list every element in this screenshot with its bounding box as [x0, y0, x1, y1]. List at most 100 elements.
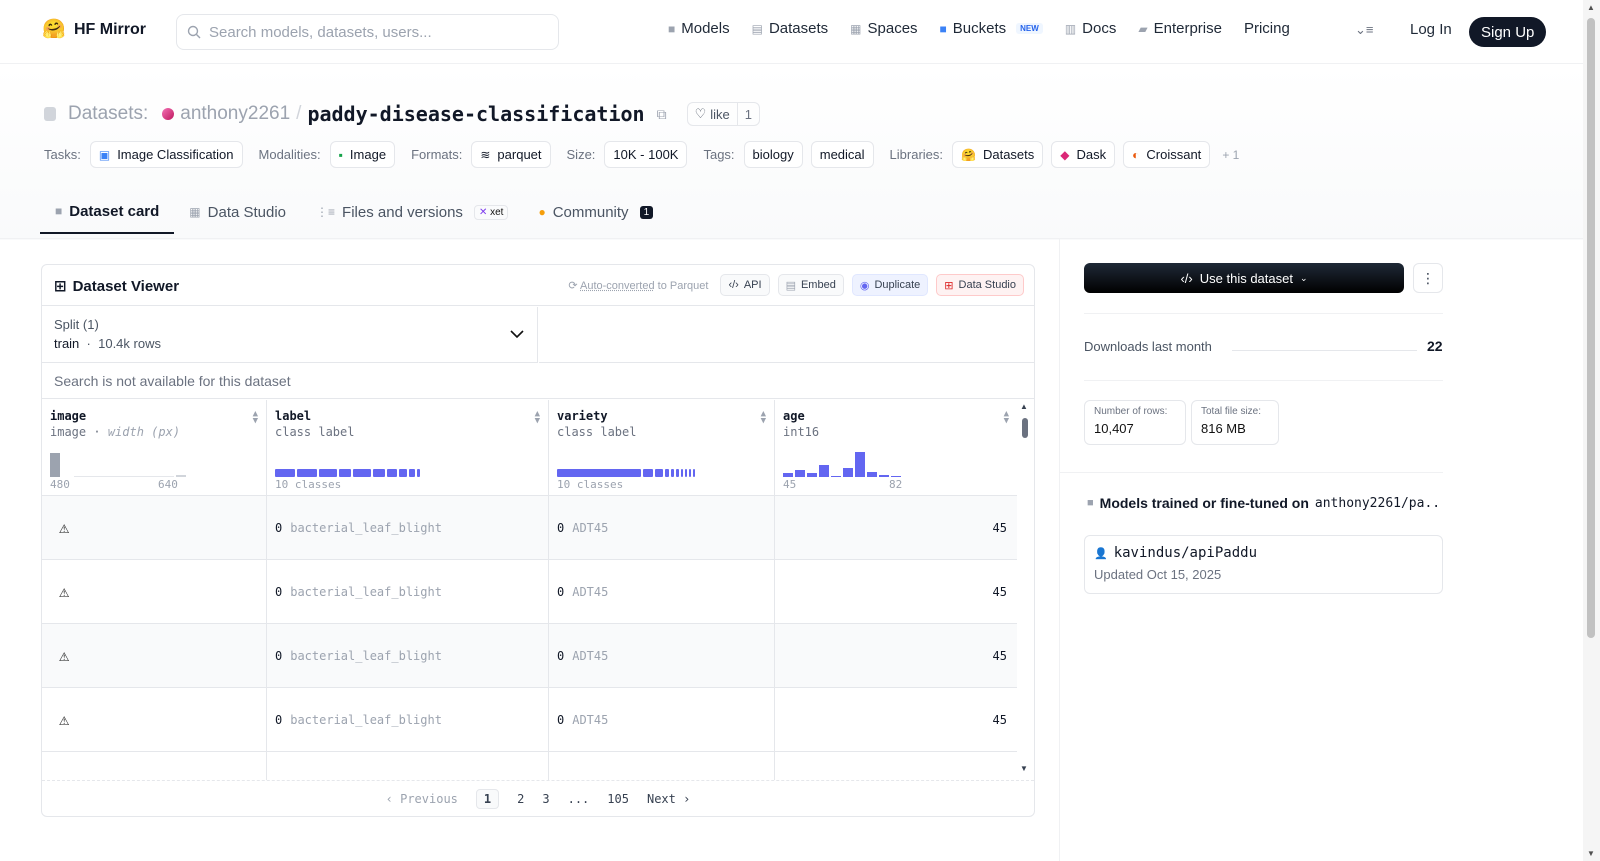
page-last[interactable]: 105 — [607, 792, 629, 806]
histogram-bar — [891, 476, 901, 477]
chevron-down-icon: ⌄ — [1299, 272, 1308, 283]
table-body: ⚠ 0 bacterial_leaf_blight 0 ADT45 45 ⚠ 0 ba… — [42, 496, 1017, 780]
scroll-thumb[interactable] — [1022, 418, 1028, 438]
data-table: image image · width (px) ▲ ▼ 480 640 labe… — [42, 400, 1017, 780]
rows-stat: Number of rows: 10,407 — [1084, 400, 1186, 445]
class-bar — [676, 469, 679, 477]
col-image[interactable]: image image · width (px) ▲ ▼ 480 640 — [42, 400, 267, 495]
scroll-up-icon[interactable]: ▲ — [1587, 3, 1595, 12]
scroll-down-icon[interactable]: ▼ — [1587, 849, 1595, 858]
use-dataset-button[interactable]: ‹/› Use this dataset ⌄ — [1084, 263, 1404, 293]
embed-button[interactable]: ▤ Embed — [777, 274, 844, 296]
histogram-bar — [783, 473, 793, 477]
nav-pricing[interactable]: Pricing — [1244, 20, 1290, 37]
sort-icon[interactable]: ▲ ▼ — [1004, 410, 1009, 426]
col-min: 480 — [50, 478, 70, 491]
cell-image[interactable]: ⚠ — [42, 688, 267, 751]
data-studio-button[interactable]: ⊞ Data Studio — [936, 274, 1024, 296]
cell-image[interactable]: ⚠ — [42, 496, 267, 559]
sort-icon[interactable]: ▲ ▼ — [253, 410, 258, 426]
model-card[interactable]: 👤 kavindus/apiPaddu Updated Oct 15, 2025 — [1084, 535, 1443, 594]
chip-tag-biology[interactable]: biology — [743, 141, 803, 168]
cell-age[interactable]: 45 — [775, 560, 1017, 623]
cell-label[interactable]: 0 bacterial_leaf_blight — [267, 688, 549, 751]
cell-variety[interactable]: 0 ADT45 — [549, 560, 775, 623]
cell-variety[interactable]: 0 ADT45 — [549, 496, 775, 559]
size-stat: Total file size: 816 MB — [1191, 400, 1279, 445]
scroll-down-icon[interactable]: ▼ — [1020, 764, 1028, 773]
signup-button[interactable]: Sign Up — [1469, 17, 1547, 47]
tab-community[interactable]: ● Community 1 — [523, 190, 668, 234]
next-page-button[interactable]: Next › — [647, 792, 690, 806]
tab-data-studio[interactable]: ▦ Data Studio — [174, 190, 301, 234]
tab-files[interactable]: ⋮≡ Files and versions ✕ xet — [301, 190, 523, 234]
nav-models[interactable]: ■ Models — [668, 20, 730, 37]
col-variety[interactable]: variety class label ▲ ▼ 10 classes — [549, 400, 775, 495]
nav-docs[interactable]: ▥ Docs — [1065, 20, 1117, 37]
table-row[interactable]: ⚠ 0 bacterial_leaf_blight 0 ADT45 45 — [42, 496, 1017, 560]
nav-spaces[interactable]: ▦ Spaces — [850, 20, 917, 37]
owner-link[interactable]: anthony2261 — [180, 103, 290, 125]
split-selector[interactable]: Split (1) train · 10.4k rows — [42, 307, 538, 363]
table-row[interactable]: ⚠ 0 bacterial_leaf_blight 0 ADT45 45 — [42, 624, 1017, 688]
cell-image[interactable]: ⚠ — [42, 560, 267, 623]
more-libraries[interactable]: + 1 — [1222, 148, 1239, 162]
community-icon: ● — [538, 205, 546, 219]
table-row[interactable]: ⚠ 0 bacterial_leaf_blight 0 ADT45 45 — [42, 688, 1017, 752]
cell-label[interactable]: 0 bacterial_leaf_blight — [267, 496, 549, 559]
copy-icon[interactable]: ⧉ — [657, 106, 667, 123]
scroll-up-icon[interactable]: ▲ — [1020, 402, 1028, 411]
chip-tag-medical[interactable]: medical — [810, 141, 874, 168]
page-2[interactable]: 2 — [517, 792, 524, 806]
title-prefix[interactable]: Datasets: — [68, 103, 148, 125]
nav-enterprise[interactable]: ▰ Enterprise — [1138, 20, 1222, 37]
cell-age[interactable]: 45 — [775, 496, 1017, 559]
table-row[interactable]: ⚠ 0 bacterial_leaf_blight 0 ADT45 45 — [42, 560, 1017, 624]
warning-icon: ⚠ — [59, 581, 70, 602]
login-link[interactable]: Log In — [1410, 21, 1452, 38]
cell-age[interactable]: 45 — [775, 688, 1017, 751]
cell-variety[interactable]: 0 ADT45 — [549, 688, 775, 751]
col-age[interactable]: age int16 ▲ ▼ 45 82 — [775, 400, 1017, 495]
chip-lib-croissant[interactable]: ◐ Croissant — [1123, 141, 1211, 168]
downloads-label: Downloads last month — [1084, 339, 1212, 354]
cell-age[interactable]: 45 — [775, 624, 1017, 687]
nav-datasets[interactable]: ▤ Datasets — [752, 20, 829, 37]
more-options-icon[interactable]: ⋮ — [1413, 263, 1443, 293]
more-menu-icon[interactable]: ⌄≡ — [1355, 22, 1373, 38]
chip-modality[interactable]: ▪ Image — [329, 141, 396, 168]
repo-name[interactable]: paddy-disease-classification — [307, 102, 644, 126]
chip-task[interactable]: ▣ Image Classification — [89, 141, 243, 168]
page-3[interactable]: 3 — [542, 792, 549, 806]
sort-icon[interactable]: ▲ ▼ — [535, 410, 540, 426]
col-label[interactable]: label class label ▲ ▼ 10 classes — [267, 400, 549, 495]
cell-image — [42, 752, 267, 780]
cell-variety[interactable]: 0 ADT45 — [549, 624, 775, 687]
image-histogram — [50, 449, 186, 477]
duplicate-button[interactable]: ◉ Duplicate — [851, 274, 929, 296]
like-button[interactable]: ♡ like 1 — [686, 102, 760, 126]
auto-converted-link[interactable]: Auto-converted — [580, 280, 655, 292]
chip-lib-dask[interactable]: ◆ Dask — [1051, 141, 1116, 168]
tab-dataset-card[interactable]: ■ Dataset card — [40, 190, 175, 234]
sort-icon[interactable]: ▲ ▼ — [761, 410, 766, 426]
search-box[interactable] — [176, 14, 559, 50]
search-input[interactable] — [209, 23, 539, 41]
brand-logo[interactable]: 🤗 HF Mirror — [42, 18, 146, 42]
prev-page-button[interactable]: ‹ Previous — [386, 792, 458, 806]
api-button[interactable]: ‹/› API — [720, 274, 770, 296]
page-1[interactable]: 1 — [475, 788, 500, 809]
chip-lib-datasets[interactable]: 🤗 Datasets — [952, 141, 1044, 168]
chip-format[interactable]: ≋ parquet — [471, 141, 551, 168]
cell-label[interactable]: 0 bacterial_leaf_blight — [267, 624, 549, 687]
tags-row: Tasks: ▣ Image Classification Modalities:… — [44, 141, 1239, 168]
chip-size[interactable]: 10K - 100K — [604, 141, 688, 168]
cell-label[interactable]: 0 bacterial_leaf_blight — [267, 560, 549, 623]
page-scroll-thumb[interactable] — [1587, 18, 1595, 638]
search-unavailable: Search is not available for this dataset — [42, 363, 1034, 399]
table-scrollbar[interactable]: ▲ ▼ — [1016, 400, 1034, 777]
model-updated: Updated Oct 15, 2025 — [1094, 567, 1222, 582]
nav-buckets[interactable]: ■ Buckets NEW — [940, 20, 1043, 37]
page-scrollbar[interactable]: ▲ ▼ — [1583, 0, 1600, 861]
cell-image[interactable]: ⚠ — [42, 624, 267, 687]
